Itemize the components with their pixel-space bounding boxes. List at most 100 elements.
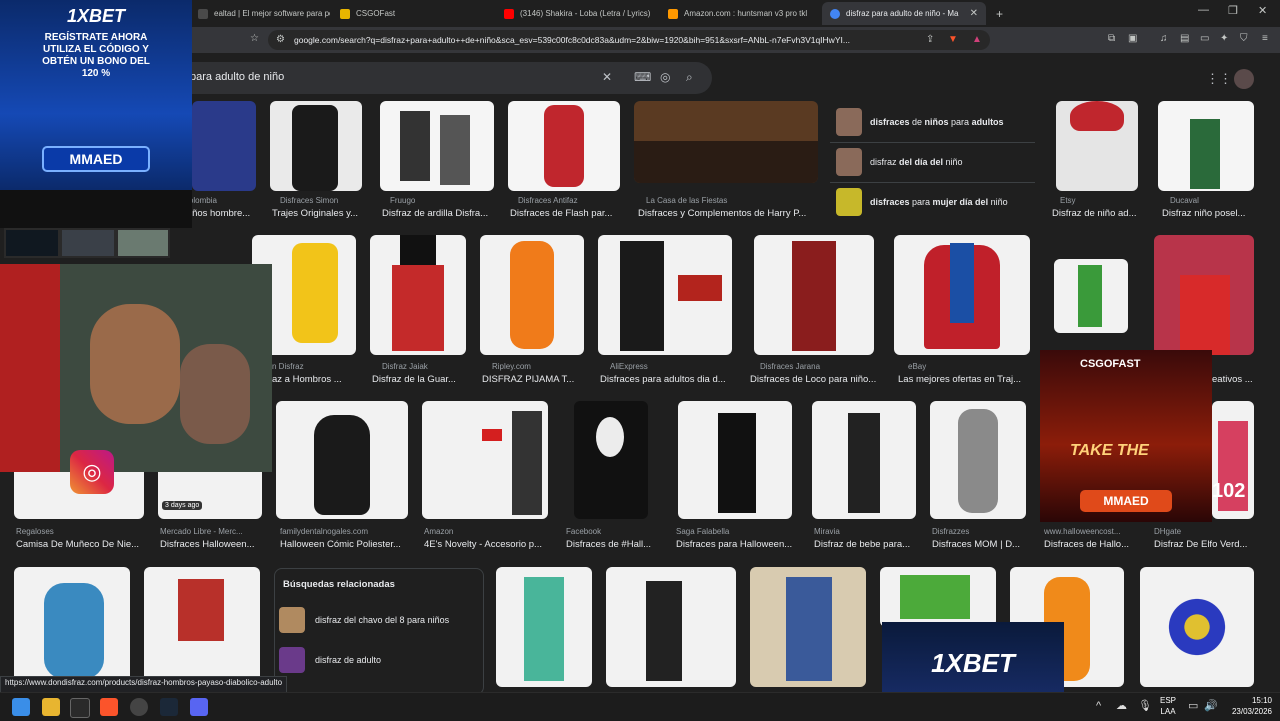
image-result[interactable]	[422, 401, 548, 519]
image-result[interactable]	[380, 101, 494, 191]
image-result[interactable]	[480, 235, 584, 355]
search-input[interactable]: para adulto de niño	[190, 71, 284, 83]
result-title[interactable]: Disfraz de ardilla Disfra...	[382, 208, 496, 219]
result-title[interactable]: Disfraces MOM | D...	[932, 539, 1028, 550]
language-indicator[interactable]: ESP LAA	[1160, 695, 1176, 717]
keyboard-icon[interactable]: ⌨	[634, 70, 651, 84]
extensions-icon[interactable]: ⧉	[1108, 33, 1115, 44]
result-title[interactable]: Disfraces de #Hall...	[566, 539, 656, 550]
image-result[interactable]	[508, 101, 620, 191]
maximize-button[interactable]: ❐	[1228, 4, 1238, 17]
clear-search-icon[interactable]: ✕	[602, 70, 612, 84]
image-result[interactable]	[678, 401, 792, 519]
result-title[interactable]: Disfraz de la Guar...	[372, 374, 468, 385]
lens-icon[interactable]: ◎	[660, 70, 670, 84]
windows-start-icon[interactable]	[12, 698, 30, 716]
onedrive-icon[interactable]: ☁	[1116, 699, 1127, 712]
result-title[interactable]: Camisa De Muñeco De Nie...	[16, 539, 144, 550]
tray-expand-icon[interactable]: ^	[1096, 700, 1101, 712]
related-item[interactable]: disfraz del chavo del 8 para niños	[279, 603, 479, 637]
tab-2[interactable]: CSGOFast	[332, 2, 492, 25]
discord-icon[interactable]	[190, 698, 208, 716]
image-result[interactable]	[894, 235, 1030, 355]
image-result[interactable]	[574, 401, 648, 519]
brave-shield-icon[interactable]: ▼	[948, 34, 958, 45]
result-title[interactable]: DISFRAZ PIJAMA T...	[482, 374, 586, 385]
image-result[interactable]	[1056, 101, 1138, 191]
tab-4[interactable]: Amazon.com : huntsman v3 pro tkl	[660, 2, 820, 25]
image-result[interactable]	[1140, 567, 1254, 687]
network-icon[interactable]: ▭	[1188, 699, 1198, 712]
suggestion-item[interactable]: disfraz del día del niño	[830, 142, 1035, 183]
tab-3[interactable]: (3146) Shakira - Loba (Letra / Lyrics)	[496, 2, 660, 25]
result-title[interactable]: Disfraces de Flash par...	[510, 208, 620, 219]
leo-icon[interactable]: ✦	[1220, 33, 1228, 44]
site-info-icon[interactable]: ⚙	[276, 34, 285, 45]
minimize-button[interactable]: —	[1198, 4, 1209, 16]
image-result[interactable]	[276, 401, 408, 519]
screenshot-icon[interactable]: ▣	[1128, 33, 1137, 44]
file-explorer-icon[interactable]	[42, 698, 60, 716]
related-item[interactable]: disfraz de adulto	[279, 643, 479, 677]
image-result[interactable]	[754, 235, 874, 355]
image-result[interactable]	[880, 567, 996, 627]
image-result[interactable]	[606, 567, 736, 687]
result-title[interactable]: eativos ...	[1212, 374, 1260, 385]
search-icon[interactable]: ⌕	[686, 70, 693, 85]
result-title[interactable]: 4E's Novelty - Accesorio p...	[424, 539, 548, 550]
tab-5-active[interactable]: disfraz para adulto de niño - Ma ✕	[822, 2, 986, 25]
result-title[interactable]: Disfraz de niño ad...	[1052, 208, 1142, 219]
image-result[interactable]	[370, 235, 466, 355]
image-result[interactable]	[1054, 259, 1128, 333]
image-result[interactable]	[1154, 235, 1254, 355]
steam-icon[interactable]	[160, 698, 178, 716]
image-result[interactable]	[930, 401, 1026, 519]
result-title[interactable]: Las mejores ofertas en Traj...	[898, 374, 1024, 385]
result-title[interactable]: Disfraces Halloween...	[160, 539, 260, 550]
image-result[interactable]	[598, 235, 732, 355]
suggestion-item[interactable]: disfraces para mujer día del niño	[830, 182, 1035, 222]
result-title[interactable]: Disfraces para adultos dia d...	[600, 374, 736, 385]
brave-rewards-icon[interactable]: ▲	[972, 34, 982, 45]
image-result[interactable]	[270, 101, 362, 191]
microphone-icon[interactable]: 🎙	[1138, 699, 1152, 712]
sidebar-icon[interactable]: ▤	[1180, 33, 1189, 44]
search-box[interactable]: para adulto de niño ✕ ⌨ ◎ ⌕	[150, 62, 712, 94]
clock[interactable]: 15:10 23/03/2026	[1222, 695, 1272, 717]
omnibox[interactable]: ⚙ google.com/search?q=disfraz+para+adult…	[268, 30, 990, 50]
menu-icon[interactable]: ≡	[1262, 33, 1268, 44]
url-text[interactable]: google.com/search?q=disfraz+para+adulto+…	[294, 35, 904, 45]
image-result[interactable]	[144, 567, 260, 687]
close-window-button[interactable]: ✕	[1258, 4, 1267, 17]
apps-grid-icon[interactable]: ⋮⋮	[1206, 71, 1232, 87]
image-result[interactable]	[14, 567, 130, 687]
image-result[interactable]	[1158, 101, 1254, 191]
result-title[interactable]: Disfraces para Halloween...	[676, 539, 800, 550]
volume-icon[interactable]: 🔊	[1204, 699, 1218, 712]
result-title[interactable]: Disfraz de bebe para...	[814, 539, 914, 550]
avatar[interactable]	[1234, 69, 1254, 89]
image-result[interactable]	[812, 401, 916, 519]
suggestion-item[interactable]: disfraces de niños para adultos	[830, 102, 1035, 143]
result-title[interactable]: Disfraces de Hallo...	[1044, 539, 1140, 550]
result-title[interactable]: az a Hombros ...	[272, 374, 352, 385]
brave-icon[interactable]	[100, 698, 118, 716]
wallet-icon[interactable]: ▭	[1200, 33, 1209, 44]
bookmark-icon[interactable]: ☆	[250, 33, 259, 44]
result-title[interactable]: Disfraces de Loco para niño...	[750, 374, 880, 385]
result-title[interactable]: Trajes Originales y...	[272, 208, 364, 219]
obs-icon[interactable]	[130, 698, 148, 716]
tab-1[interactable]: ealtad | El mejor software para pote	[190, 2, 330, 25]
media-icon[interactable]: ♫	[1160, 33, 1168, 44]
result-title[interactable]: Disfraz De Elfo Verd...	[1154, 539, 1254, 550]
close-tab-icon[interactable]: ✕	[970, 8, 978, 19]
result-title[interactable]: Halloween Cómic Poliester...	[280, 539, 408, 550]
image-result[interactable]	[634, 101, 818, 183]
image-result[interactable]	[750, 567, 866, 687]
steam-small-icon[interactable]	[70, 698, 90, 718]
result-title[interactable]: Disfraz niño posel...	[1162, 208, 1258, 219]
image-result[interactable]	[496, 567, 592, 687]
result-title[interactable]: Disfraces y Complementos de Harry P...	[638, 208, 816, 219]
vpn-icon[interactable]: ⛉	[1240, 33, 1248, 44]
share-icon[interactable]: ⇪	[926, 34, 934, 45]
